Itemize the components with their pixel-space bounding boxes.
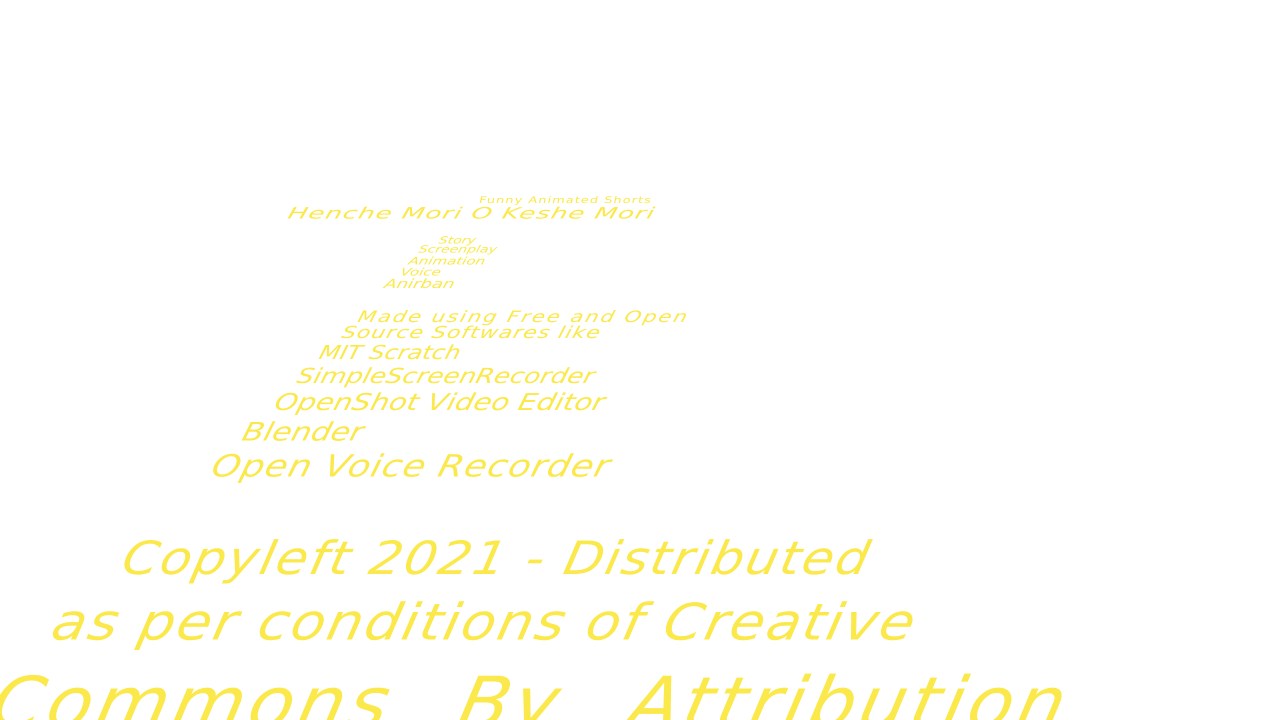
license-line-2: as per conditions of Creative: [46, 593, 923, 653]
software-blender: Blender: [239, 417, 367, 448]
series-label: Funny Animated Shorts: [477, 195, 653, 206]
license-line-3: Commons By Attribution: [0, 662, 1078, 720]
software-scratch: MIT Scratch: [316, 341, 464, 364]
role-screenplay: Screenplay: [417, 244, 499, 256]
software-openshot: OpenShot Video Editor: [271, 388, 609, 416]
role-credit-name: Anirban: [382, 276, 457, 292]
made-with-line-1: Made using Free and Open: [355, 307, 692, 326]
license-line-1: Copyleft 2021 - Distributed: [117, 532, 877, 586]
software-simplescreenrecorder: SimpleScreenRecorder: [294, 364, 598, 389]
software-voice-recorder: Open Voice Recorder: [207, 449, 615, 485]
credits-crawl-stage: Funny Animated Shorts Henche Mori O Kesh…: [0, 0, 1280, 720]
film-title: Henche Mori O Keshe Mori: [285, 204, 658, 223]
made-with-line-2: Source Softwares like: [339, 323, 604, 343]
